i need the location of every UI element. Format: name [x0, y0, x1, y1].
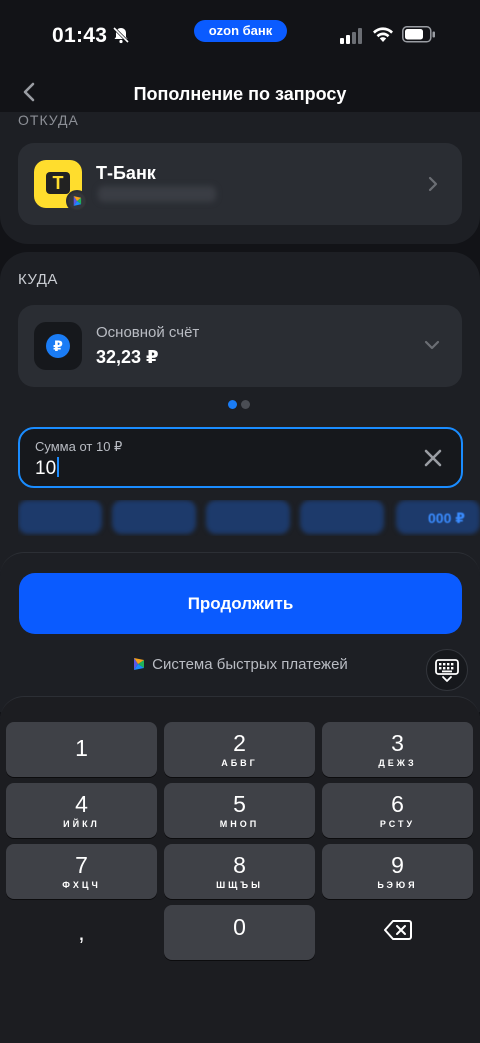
quick-amount-chip-text: 000 ₽ [428, 510, 465, 526]
key-backspace[interactable] [322, 905, 473, 960]
key-number: 8 [233, 852, 246, 878]
key-letters: ИЙКЛ [63, 819, 100, 829]
sbp-label: Система быстрых платежей [152, 656, 348, 673]
tbank-logo-letter: Т [46, 172, 70, 194]
account-name: Основной счёт [96, 324, 200, 341]
continue-button[interactable]: Продолжить [19, 573, 462, 634]
destination-account-row[interactable]: ₽ Основной счёт 32,23 ₽ [18, 305, 462, 387]
keyboard-toggle-button[interactable] [426, 649, 468, 691]
key-number: 4 [75, 791, 88, 817]
key-number: 9 [391, 852, 404, 878]
battery-icon [402, 26, 435, 43]
clear-icon[interactable] [423, 448, 443, 468]
key-3[interactable]: 3 ДЕЖЗ [322, 722, 473, 777]
amount-value-text: 10 [35, 458, 57, 479]
ruble-account-icon: ₽ [34, 322, 82, 370]
key-letters: РСТУ [379, 819, 416, 829]
quick-amount-chips: 000 ₽ [18, 500, 480, 536]
key-number: 0 [233, 914, 246, 940]
quick-amount-chip[interactable] [206, 500, 290, 534]
status-time: 01:43 [52, 24, 108, 47]
key-7[interactable]: 7 ФХЦЧ [6, 844, 157, 899]
key-number: 1 [75, 735, 88, 761]
key-letters: МНОП [219, 819, 260, 829]
page-title: Пополнение по запросу [133, 84, 347, 104]
key-number: 6 [391, 791, 404, 817]
status-bar: 01:43 ozon банк [0, 0, 480, 70]
numeric-keyboard: 1 2 АБВГ 3 ДЕЖЗ 4 ИЙКЛ 5 МНОП 6 РСТУ 7 Ф… [0, 696, 480, 1043]
key-number: , [78, 919, 85, 945]
ozon-bank-badge: ozon банк [194, 20, 287, 42]
quick-amount-chip[interactable] [300, 500, 384, 534]
nav-header: Пополнение по запросу [0, 70, 480, 120]
key-number: 2 [233, 730, 246, 756]
key-letters: ДЕЖЗ [378, 758, 417, 768]
key-1[interactable]: 1 [6, 722, 157, 777]
page-dot-inactive[interactable] [241, 400, 250, 409]
amount-input[interactable]: Сумма от 10 ₽ 10 [18, 427, 463, 488]
key-letters: ШЩЪЫ [216, 880, 263, 890]
key-5[interactable]: 5 МНОП [164, 783, 315, 838]
bell-muted-icon [112, 26, 130, 44]
to-section: КУДА ₽ Основной счёт 32,23 ₽ Сумма от 10… [0, 252, 480, 572]
ruble-glyph: ₽ [46, 334, 70, 358]
sbp-footer: Система быстрых платежей [0, 656, 480, 673]
key-comma[interactable]: , [6, 905, 157, 960]
sbp-badge-icon [66, 190, 88, 212]
key-letters: АБВГ [221, 758, 258, 768]
text-caret [57, 457, 60, 477]
chevron-down-icon[interactable] [424, 339, 440, 351]
key-9[interactable]: 9 ЬЭЮЯ [322, 844, 473, 899]
key-4[interactable]: 4 ИЙКЛ [6, 783, 157, 838]
key-0[interactable]: 0 [164, 905, 315, 960]
key-letters: ФХЦЧ [62, 880, 101, 890]
quick-amount-chip[interactable] [18, 500, 102, 534]
source-bank-name: Т-Банк [96, 163, 156, 183]
backspace-icon [384, 920, 412, 940]
key-8[interactable]: 8 ШЩЪЫ [164, 844, 315, 899]
account-balance: 32,23 ₽ [96, 347, 159, 367]
quick-amount-chip[interactable] [112, 500, 196, 534]
action-sheet: Продолжить Система быстрых платежей [0, 552, 480, 712]
wifi-icon [373, 27, 393, 42]
source-bank-details-redacted [98, 186, 216, 202]
page-indicator [228, 400, 252, 410]
key-6[interactable]: 6 РСТУ [322, 783, 473, 838]
chevron-right-icon [428, 176, 438, 192]
amount-value[interactable]: 10 [35, 457, 60, 480]
keyboard-hide-icon [435, 659, 459, 682]
key-2[interactable]: 2 АБВГ [164, 722, 315, 777]
key-number: 5 [233, 791, 246, 817]
signal-icon [340, 28, 362, 44]
to-label: КУДА [18, 271, 58, 288]
sbp-logo-icon [134, 658, 145, 670]
amount-label: Сумма от 10 ₽ [35, 439, 123, 454]
from-section: ОТКУДА Т Т-Банк [0, 112, 480, 244]
key-number: 3 [391, 730, 404, 756]
source-bank-row[interactable]: Т Т-Банк [18, 143, 462, 225]
key-number: 7 [75, 852, 88, 878]
key-letters: ЬЭЮЯ [377, 880, 418, 890]
page-dot-active [228, 400, 237, 409]
